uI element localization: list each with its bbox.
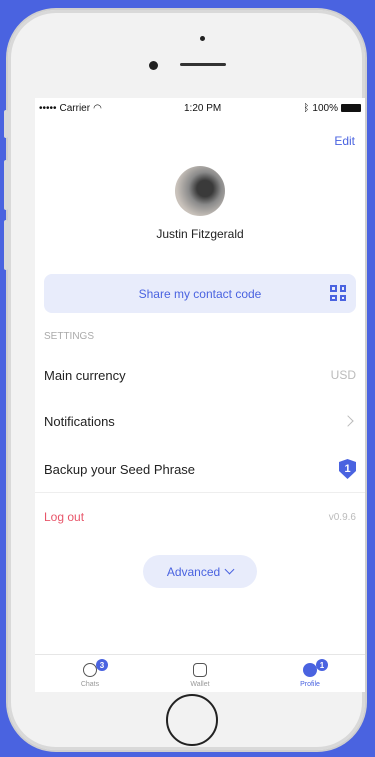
avatar[interactable]	[175, 166, 225, 216]
screen: ••••• Carrier ◠ 1:20 PM ᛒ 100% Edit Just…	[35, 98, 365, 692]
volume-up-button	[4, 160, 8, 210]
notifications-label: Notifications	[44, 413, 115, 429]
bluetooth-icon: ᛒ	[303, 102, 310, 114]
edit-button[interactable]: Edit	[334, 134, 355, 148]
main-currency-value: USD	[330, 368, 356, 382]
tab-profile[interactable]: 1 Profile	[270, 655, 350, 688]
status-left: ••••• Carrier ◠	[39, 103, 102, 114]
chat-icon	[83, 663, 97, 677]
logout-row[interactable]: Log out v0.9.6	[44, 507, 356, 527]
app-version: v0.9.6	[328, 511, 356, 523]
home-button[interactable]	[166, 694, 218, 746]
advanced-label: Advanced	[166, 564, 221, 579]
profile-badge: 1	[316, 659, 328, 671]
signal-icon: •••••	[39, 102, 57, 114]
battery-icon	[340, 104, 361, 112]
backup-seed-phrase-row[interactable]: Backup your Seed Phrase 1	[44, 459, 356, 479]
wallet-icon	[193, 663, 207, 677]
advanced-button[interactable]: Advanced	[143, 555, 257, 588]
wifi-icon: ◠	[93, 102, 102, 114]
share-contact-code-label: Share my contact code	[138, 286, 262, 301]
settings-section-label: SETTINGS	[44, 331, 95, 342]
main-currency-row[interactable]: Main currency USD	[44, 365, 356, 385]
front-sensor	[200, 36, 205, 41]
mute-switch	[4, 110, 8, 138]
tab-bar: 3 Chats Wallet 1 Profile	[35, 654, 365, 692]
status-right: ᛒ 100%	[303, 103, 361, 114]
carrier-label: Carrier	[59, 102, 91, 114]
tab-profile-label: Profile	[300, 681, 320, 688]
shield-badge-icon: 1	[339, 459, 356, 479]
tab-wallet[interactable]: Wallet	[160, 655, 240, 688]
backup-seed-phrase-label: Backup your Seed Phrase	[44, 461, 196, 477]
front-camera	[149, 61, 158, 70]
divider	[35, 492, 365, 493]
main-currency-label: Main currency	[44, 367, 126, 383]
tab-wallet-label: Wallet	[190, 681, 210, 688]
notifications-row[interactable]: Notifications	[44, 411, 356, 431]
battery-percent: 100%	[312, 102, 338, 114]
earpiece-speaker	[180, 63, 226, 66]
profile-icon	[303, 663, 317, 677]
logout-label: Log out	[44, 510, 85, 524]
status-bar: ••••• Carrier ◠ 1:20 PM ᛒ 100%	[35, 98, 365, 118]
tab-chats-label: Chats	[80, 681, 100, 688]
volume-down-button	[4, 220, 8, 270]
chevron-down-icon	[224, 564, 235, 575]
chevron-right-icon	[342, 415, 354, 427]
tab-chats[interactable]: 3 Chats	[50, 655, 130, 688]
phone-frame: ••••• Carrier ◠ 1:20 PM ᛒ 100% Edit Just…	[4, 10, 365, 750]
status-time: 1:20 PM	[183, 102, 222, 114]
qr-code-icon	[330, 285, 346, 301]
share-contact-code-button[interactable]: Share my contact code	[44, 274, 356, 313]
chats-badge: 3	[96, 659, 108, 671]
profile-name: Justin Fitzgerald	[156, 227, 244, 241]
